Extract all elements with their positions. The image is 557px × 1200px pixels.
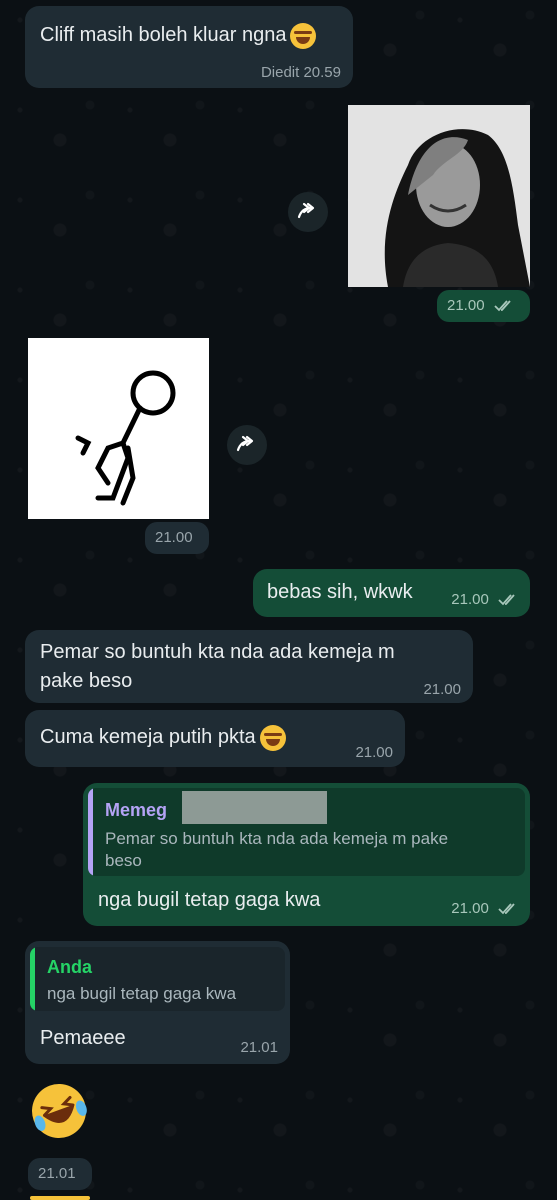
message-text-line: pake beso bbox=[40, 670, 133, 692]
quote-author: Anda bbox=[47, 957, 92, 977]
time-label: 21.01 bbox=[38, 1165, 76, 1182]
reply-quote[interactable]: Anda nga bugil tetap gaga kwa bbox=[30, 947, 285, 1011]
forward-icon[interactable] bbox=[288, 192, 328, 232]
message-text: Cuma kemeja putih pkta bbox=[40, 723, 286, 751]
message-bubble-outgoing[interactable]: bebas sih, wkwk 21.00 bbox=[253, 569, 530, 617]
message-bubble-incoming-reply[interactable]: Anda nga bugil tetap gaga kwa Pemaeee 21… bbox=[25, 941, 290, 1064]
time-label: 21.00 bbox=[155, 529, 193, 546]
message-text: Pemaeee bbox=[40, 1027, 126, 1049]
laughing-emoji-icon bbox=[259, 724, 286, 751]
message-text: nga bugil tetap gaga kwa bbox=[98, 889, 321, 911]
time-label: 21.00 bbox=[451, 591, 489, 608]
message-time: 21.01 bbox=[28, 1158, 92, 1190]
message-time: 21.00 bbox=[355, 744, 393, 761]
message-text: Cliff masih boleh kluar ngna bbox=[40, 21, 317, 49]
quote-bar bbox=[88, 788, 93, 876]
message-time: 21.01 bbox=[240, 1039, 278, 1056]
photo-message[interactable] bbox=[348, 105, 530, 287]
message-time: 21.00 bbox=[437, 290, 530, 322]
double-check-icon bbox=[498, 594, 515, 606]
message-bubble-incoming[interactable]: Cuma kemeja putih pkta 21.00 bbox=[25, 710, 405, 767]
quote-text-line: nga bugil tetap gaga kwa bbox=[47, 984, 237, 1003]
redacted-block bbox=[182, 791, 327, 824]
message-time: Diedit 20.59 bbox=[260, 64, 341, 81]
message-time: 21.00 bbox=[145, 522, 209, 554]
message-text-content: Cuma kemeja putih pkta bbox=[40, 726, 256, 748]
emoji-partial bbox=[30, 1196, 90, 1200]
sticker-message[interactable] bbox=[28, 338, 209, 519]
message-bubble-outgoing-reply[interactable]: Memeg Pemar so buntuh kta nda ada kemeja… bbox=[83, 783, 530, 926]
quote-author: Memeg bbox=[105, 800, 168, 820]
time-label: 21.00 bbox=[451, 900, 489, 917]
message-text-content: Cliff masih boleh kluar ngna bbox=[40, 24, 287, 46]
message-time: 21.00 bbox=[423, 681, 461, 698]
quote-text-line: Pemar so buntuh kta nda ada kemeja m pak… bbox=[105, 829, 449, 848]
forward-icon[interactable] bbox=[227, 425, 267, 465]
quote-bar bbox=[30, 947, 35, 1011]
message-bubble-incoming[interactable]: Cliff masih boleh kluar ngna Diedit 20.5… bbox=[25, 6, 353, 88]
double-check-icon bbox=[494, 300, 511, 312]
laughing-emoji-icon bbox=[32, 1084, 87, 1138]
message-text: bebas sih, wkwk bbox=[267, 581, 413, 603]
laughing-emoji-icon bbox=[290, 22, 317, 49]
reply-quote[interactable]: Memeg Pemar so buntuh kta nda ada kemeja… bbox=[88, 788, 525, 876]
time-label: 21.00 bbox=[447, 297, 485, 314]
double-check-icon bbox=[498, 903, 515, 915]
quote-text-line: beso bbox=[105, 851, 142, 870]
message-bubble-incoming[interactable]: Pemar so buntuh kta nda ada kemeja m pak… bbox=[25, 630, 473, 703]
emoji-message[interactable] bbox=[28, 1080, 90, 1142]
message-text-line: Pemar so buntuh kta nda ada kemeja m bbox=[40, 641, 395, 663]
message-time: 21.00 bbox=[451, 591, 518, 608]
message-time: 21.00 bbox=[451, 900, 518, 917]
